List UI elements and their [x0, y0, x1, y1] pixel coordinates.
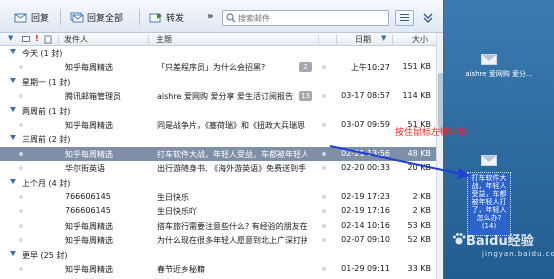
- arrow-icon: [329, 145, 467, 176]
- watermark: Baidu经验 jingyan.baidu.com: [452, 226, 554, 268]
- paw-logo-icon: [453, 233, 466, 245]
- watermark-brand: Baidu经验: [466, 234, 534, 249]
- arrowhead-icon: [457, 168, 470, 179]
- watermark-url: jingyan.baidu.com: [482, 250, 554, 258]
- instruction-annotation: 按住鼠标左键拖到: [395, 128, 468, 138]
